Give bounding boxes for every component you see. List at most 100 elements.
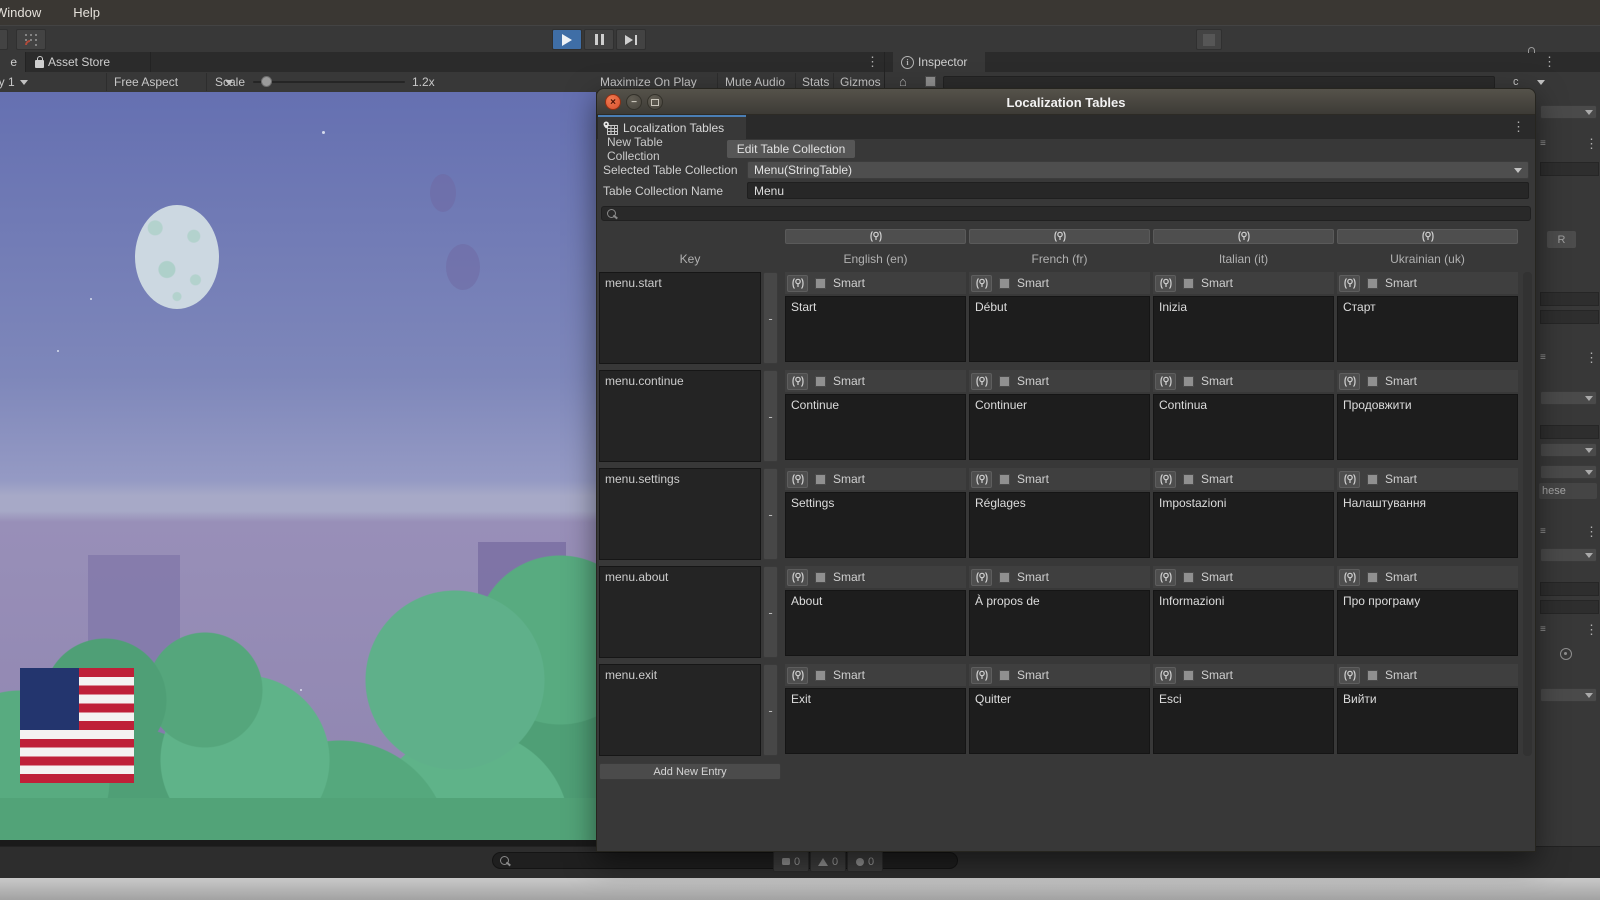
language-column-header[interactable]: English (en) (785, 227, 966, 271)
game-menu-item[interactable] (258, 279, 578, 336)
game-menu-item[interactable] (258, 450, 578, 507)
translation-input[interactable]: Exit (785, 688, 966, 754)
locale-button[interactable] (787, 569, 808, 586)
smart-checkbox[interactable] (999, 376, 1010, 387)
inspector-field[interactable] (1540, 600, 1599, 614)
locale-header-bar[interactable] (969, 229, 1150, 244)
inspector-dropdown[interactable] (1540, 391, 1597, 405)
remove-entry-button[interactable]: - (763, 566, 778, 658)
translation-input[interactable]: Продовжити (1337, 394, 1518, 460)
translation-input[interactable]: Impostazioni (1153, 492, 1334, 558)
smart-checkbox[interactable] (999, 670, 1010, 681)
smart-checkbox[interactable] (999, 278, 1010, 289)
smart-checkbox[interactable] (1367, 474, 1378, 485)
translation-input[interactable]: Continue (785, 394, 966, 460)
locale-header-bar[interactable] (785, 229, 966, 244)
inspector-field[interactable] (1540, 582, 1599, 596)
translation-input[interactable]: Про програму (1337, 590, 1518, 656)
smart-checkbox[interactable] (1183, 376, 1194, 387)
locale-button[interactable] (787, 667, 808, 684)
play-button[interactable] (552, 29, 582, 50)
us-flag[interactable] (20, 668, 134, 783)
remove-entry-button[interactable]: - (763, 664, 778, 756)
smart-checkbox[interactable] (1183, 670, 1194, 681)
smart-checkbox[interactable] (815, 376, 826, 387)
inspector-field[interactable] (1540, 292, 1599, 306)
inspector-menu-icon[interactable]: ⋮ (1543, 55, 1556, 68)
translation-input[interactable]: Старт (1337, 296, 1518, 362)
new-table-collection-button[interactable]: New Table Collection (599, 140, 725, 158)
inspector-field[interactable] (1540, 310, 1599, 324)
remove-entry-button[interactable]: - (763, 370, 778, 462)
active-checkbox[interactable] (925, 76, 936, 87)
smart-checkbox[interactable] (1367, 278, 1378, 289)
translation-input[interactable]: Settings (785, 492, 966, 558)
game-menu-item[interactable] (258, 507, 578, 564)
minimize-button[interactable]: − (626, 94, 642, 110)
window-titlebar[interactable]: Localization Tables × − (597, 89, 1535, 115)
component-menu-icon[interactable]: ⋮ (1585, 525, 1598, 538)
smart-checkbox[interactable] (1367, 572, 1378, 583)
smart-checkbox[interactable] (1367, 670, 1378, 681)
smart-checkbox[interactable] (815, 572, 826, 583)
tab-inspector[interactable]: i Inspector (893, 52, 985, 72)
inspector-dropdown[interactable] (1540, 548, 1597, 562)
window-menu-icon[interactable]: ⋮ (1512, 120, 1525, 133)
maximize-button[interactable] (647, 94, 663, 110)
translation-input[interactable]: About (785, 590, 966, 656)
step-button[interactable] (616, 29, 646, 50)
locale-button[interactable] (1155, 373, 1176, 390)
console-info-count[interactable]: 0 (773, 851, 809, 872)
r-button[interactable]: R (1547, 231, 1576, 248)
inspector-field[interactable] (1540, 162, 1599, 176)
static-dropdown-icon[interactable] (1537, 80, 1545, 85)
language-column-header[interactable]: Ukrainian (uk) (1337, 227, 1518, 271)
key-cell[interactable]: menu.about (599, 566, 761, 658)
locale-header-bar[interactable] (1153, 229, 1334, 244)
key-cell[interactable]: menu.continue (599, 370, 761, 462)
table-scrollbar[interactable] (1523, 272, 1532, 756)
game-menu-item[interactable] (258, 336, 578, 393)
translation-input[interactable]: Début (969, 296, 1150, 362)
edit-table-collection-button[interactable]: Edit Table Collection (727, 140, 855, 158)
target-radio-icon[interactable] (1560, 648, 1572, 660)
translation-input[interactable]: Вийти (1337, 688, 1518, 754)
remove-entry-button[interactable]: - (763, 272, 778, 364)
key-column-header[interactable]: Key (599, 227, 781, 271)
smart-checkbox[interactable] (999, 572, 1010, 583)
table-search-input[interactable] (601, 206, 1531, 221)
display-dropdown[interactable]: ay 1 (0, 72, 28, 92)
locale-button[interactable] (971, 275, 992, 292)
remove-entry-button[interactable]: - (763, 468, 778, 560)
smart-checkbox[interactable] (1183, 572, 1194, 583)
game-panel-menu-icon[interactable]: ⋮ (866, 55, 879, 68)
inspector-dropdown[interactable] (1540, 105, 1597, 119)
locale-button[interactable] (1339, 275, 1360, 292)
console-error-count[interactable]: 0 (847, 851, 883, 872)
locale-button[interactable] (971, 373, 992, 390)
translation-input[interactable]: Informazioni (1153, 590, 1334, 656)
game-menu-item[interactable] (258, 393, 578, 450)
menu-window[interactable]: Window (0, 5, 43, 20)
locale-button[interactable] (1155, 471, 1176, 488)
locale-button[interactable] (971, 667, 992, 684)
component-menu-icon[interactable]: ⋮ (1585, 623, 1598, 636)
console-search-input[interactable] (492, 852, 958, 869)
locale-button[interactable] (1339, 471, 1360, 488)
preview-packages-button[interactable] (1196, 29, 1222, 50)
key-cell[interactable]: menu.exit (599, 664, 761, 756)
grid-snap-button[interactable] (16, 29, 46, 50)
translation-input[interactable]: Quitter (969, 688, 1150, 754)
tab-game-partial[interactable]: e (0, 52, 26, 72)
language-column-header[interactable]: French (fr) (969, 227, 1150, 271)
translation-input[interactable]: Continua (1153, 394, 1334, 460)
key-cell[interactable]: menu.settings (599, 468, 761, 560)
translation-input[interactable]: Start (785, 296, 966, 362)
smart-checkbox[interactable] (999, 474, 1010, 485)
locale-button[interactable] (787, 471, 808, 488)
collection-name-input[interactable]: Menu (747, 182, 1529, 199)
console-warning-count[interactable]: 0 (810, 851, 846, 872)
component-menu-icon[interactable]: ⋮ (1585, 351, 1598, 364)
inspector-field[interactable] (1540, 425, 1599, 439)
language-column-header[interactable]: Italian (it) (1153, 227, 1334, 271)
